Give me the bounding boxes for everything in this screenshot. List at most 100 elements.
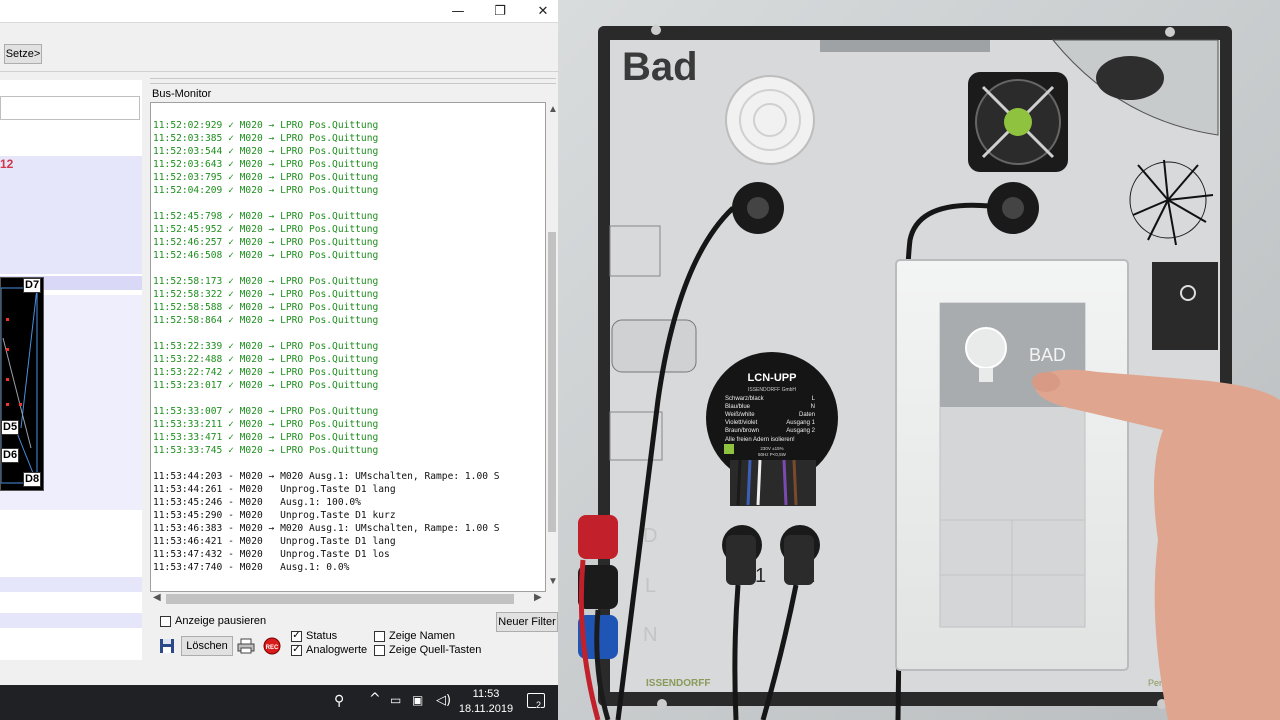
clear-button[interactable]: Löschen xyxy=(181,636,233,656)
module-row-left: Braun/brown xyxy=(725,428,759,434)
module-row-right: Ausgang 2 xyxy=(786,428,815,434)
diagram-label: D8 xyxy=(23,472,42,487)
checkbox-label: Anzeige pausieren xyxy=(175,615,267,627)
log-line: 11:53:33:471 ✓ M020 → LPRO Pos.Quittung xyxy=(153,432,379,443)
decor-outline xyxy=(611,319,697,373)
module-row-right: N xyxy=(811,404,815,410)
people-icon[interactable]: ⚲ xyxy=(334,693,344,709)
module-warning: Alle freien Adern isolieren! xyxy=(725,437,795,443)
log-line: 11:52:46:257 ✓ M020 → LPRO Pos.Quittung xyxy=(153,237,379,248)
minimize-button[interactable]: — xyxy=(436,0,480,22)
new-filter-button[interactable]: Neuer Filter xyxy=(496,612,558,632)
scroll-left-icon[interactable]: ◀ xyxy=(153,592,161,603)
log-line: 11:53:44:261 - M020 Unprog.Taste D1 lang xyxy=(153,484,396,495)
module-id-value: 12 xyxy=(0,157,14,171)
checkbox-box[interactable] xyxy=(160,615,171,627)
demo-board-illustration: Bad BAD LCN-UPP ISSENDORFF GmbH Schwarz/… xyxy=(558,0,1280,720)
clock-time: 11:53 xyxy=(472,688,500,700)
network-icon[interactable]: ▣ xyxy=(412,693,423,707)
log-line: 11:53:33:211 ✓ M020 → LPRO Pos.Quittung xyxy=(153,419,379,430)
module-filter-input[interactable] xyxy=(0,96,140,120)
module-rating: 230V ±15% xyxy=(760,446,783,451)
chevron-up-icon[interactable]: ^ xyxy=(369,691,381,707)
log-line: 11:53:33:007 ✓ M020 → LPRO Pos.Quittung xyxy=(153,406,379,417)
log-line: 11:53:22:488 ✓ M020 → LPRO Pos.Quittung xyxy=(153,354,379,365)
show-source-keys-checkbox[interactable]: Zeige Quell-Tasten xyxy=(374,644,481,656)
module-row-left: Schwarz/black xyxy=(725,396,765,402)
log-line: 11:52:46:508 ✓ M020 → LPRO Pos.Quittung xyxy=(153,250,379,261)
print-icon[interactable] xyxy=(236,636,256,656)
close-button[interactable]: ✕ xyxy=(521,0,558,22)
screw xyxy=(1165,27,1175,37)
maximize-button[interactable]: ❐ xyxy=(478,0,522,22)
module-row-left: Weiß/white xyxy=(725,412,755,418)
show-names-checkbox[interactable]: Zeige Namen xyxy=(374,630,455,642)
module-name: LCN-UPP xyxy=(748,372,797,384)
output-label: 2 xyxy=(804,565,815,587)
scroll-down-icon[interactable]: ▼ xyxy=(548,576,558,587)
socket-hole xyxy=(747,197,769,219)
checkbox-box[interactable] xyxy=(374,644,385,656)
wiring-diagram: D7 D5 D6 D8 xyxy=(0,277,44,491)
log-line: 11:53:45:290 - M020 Unprog.Taste D1 kurz xyxy=(153,510,396,521)
log-line: 11:53:47:740 - M020 Ausg.1: 0.0% xyxy=(153,562,350,573)
title-bar: — ❐ ✕ xyxy=(0,0,558,22)
taskbar-clock[interactable]: 11:53 18.11.2019 xyxy=(455,687,517,717)
scroll-thumb[interactable] xyxy=(166,594,514,604)
log-line: 11:52:03:544 ✓ M020 → LPRO Pos.Quittung xyxy=(153,146,379,157)
module-row-left: Violett/violet xyxy=(725,420,758,426)
screw xyxy=(657,699,667,709)
status-checkbox[interactable]: ✓ Status xyxy=(291,630,337,642)
module-logo xyxy=(724,444,734,454)
bus-monitor-log[interactable]: 11:52:02:929 ✓ M020 → LPRO Pos.Quittung 1… xyxy=(150,102,546,592)
module-row-left: Blau/blue xyxy=(725,404,751,410)
checkbox-label: Zeige Namen xyxy=(389,630,456,642)
list-stripe xyxy=(0,156,142,274)
log-line: 11:53:22:339 ✓ M020 → LPRO Pos.Quittung xyxy=(153,341,379,352)
log-line: 11:53:33:745 ✓ M020 → LPRO Pos.Quittung xyxy=(153,445,379,456)
scroll-right-icon[interactable]: ▶ xyxy=(534,592,542,603)
pane-splitter[interactable] xyxy=(142,80,150,660)
horizontal-scrollbar[interactable]: ◀ ▶ xyxy=(150,592,546,606)
scroll-up-icon[interactable]: ▲ xyxy=(548,104,558,115)
taskbar: ⚲ ^ ▭ ▣ ◁) 11:53 18.11.2019 2 xyxy=(0,685,558,720)
list-stripe xyxy=(0,577,142,592)
diagram-label: D6 xyxy=(1,448,20,463)
pause-display-checkbox[interactable]: Anzeige pausieren xyxy=(160,615,266,627)
red-plug xyxy=(578,515,618,559)
log-line: 11:52:03:385 ✓ M020 → LPRO Pos.Quittung xyxy=(153,133,379,144)
analog-values-checkbox[interactable]: ✓ Analogwerte xyxy=(291,644,367,656)
volume-icon[interactable]: ◁) xyxy=(436,693,451,708)
checkbox-box[interactable]: ✓ xyxy=(291,630,302,642)
log-line: 11:52:04:209 ✓ M020 → LPRO Pos.Quittung xyxy=(153,185,379,196)
panel-title: Bad xyxy=(622,45,698,89)
log-line: 11:52:58:588 ✓ M020 → LPRO Pos.Quittung xyxy=(153,302,379,313)
notification-icon[interactable]: 2 xyxy=(527,693,545,710)
vertical-scrollbar[interactable]: ▲ ▼ xyxy=(546,102,558,592)
clock-date: 18.11.2019 xyxy=(458,703,514,715)
log-line: 11:53:23:017 ✓ M020 → LPRO Pos.Quittung xyxy=(153,380,379,391)
checkbox-box[interactable]: ✓ xyxy=(291,644,302,656)
terminal-label: N xyxy=(643,624,657,646)
battery-icon[interactable]: ▭ xyxy=(390,693,401,707)
log-line: 11:53:44:203 - M020 → M020 Ausg.1: UMsch… xyxy=(153,471,500,482)
scroll-thumb[interactable] xyxy=(548,232,556,532)
log-line: 11:53:45:246 - M020 Ausg.1: 100.0% xyxy=(153,497,361,508)
checkbox-box[interactable] xyxy=(374,630,385,642)
record-icon[interactable]: REC xyxy=(262,636,282,656)
log-line: 11:53:46:421 - M020 Unprog.Taste D1 lang xyxy=(153,536,396,547)
terminal-label: L xyxy=(645,575,656,597)
log-line: 11:52:45:798 ✓ M020 → LPRO Pos.Quittung xyxy=(153,211,379,222)
log-line: 11:52:03:795 ✓ M020 → LPRO Pos.Quittung xyxy=(153,172,379,183)
module-rating: 50Hz P<0,5W xyxy=(758,452,787,457)
save-icon[interactable] xyxy=(157,636,177,656)
module-row-right: Ausgang 1 xyxy=(786,420,815,426)
hardware-demo-photo: Bad BAD LCN-UPP ISSENDORFF GmbH Schwarz/… xyxy=(558,0,1280,720)
setze-button[interactable]: Setze> xyxy=(4,44,42,64)
log-line: 11:52:58:322 ✓ M020 → LPRO Pos.Quittung xyxy=(153,289,379,300)
log-line: 11:52:58:173 ✓ M020 → LPRO Pos.Quittung xyxy=(153,276,379,287)
fingertip xyxy=(1032,372,1060,392)
output-label: 1 xyxy=(755,565,766,587)
decor-block xyxy=(1152,262,1218,350)
log-line: 11:52:45:952 ✓ M020 → LPRO Pos.Quittung xyxy=(153,224,379,235)
